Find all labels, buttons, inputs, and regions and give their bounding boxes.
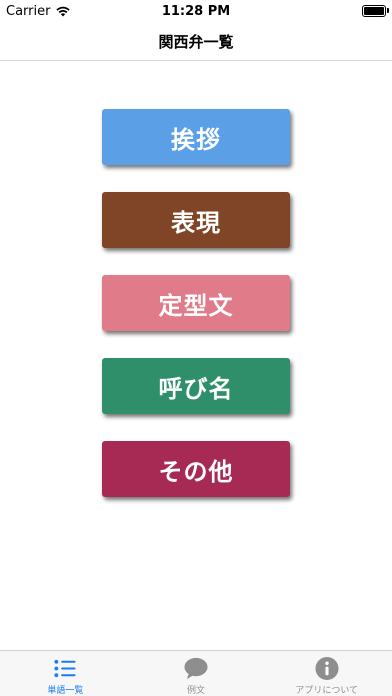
list-icon — [54, 659, 76, 678]
tab-example-sentences[interactable]: 例文 — [131, 651, 262, 696]
wifi-icon — [56, 6, 71, 16]
speech-bubble-icon — [184, 657, 208, 680]
nickname-button[interactable]: 呼び名 — [102, 358, 290, 414]
info-icon — [315, 656, 339, 681]
battery-icon — [362, 5, 389, 17]
app-screen: Carrier 11:28 PM 関西弁一覧 挨拶 表現 定型文 呼び名 その他 — [0, 0, 392, 696]
expression-button[interactable]: 表現 — [102, 192, 290, 248]
other-button[interactable]: その他 — [102, 441, 290, 497]
tab-label: 単語一覧 — [47, 686, 84, 696]
page-title: 関西弁一覧 — [158, 32, 234, 51]
greeting-button[interactable]: 挨拶 — [102, 109, 290, 165]
set-phrase-button[interactable]: 定型文 — [102, 275, 290, 331]
tab-word-list[interactable]: 単語一覧 — [0, 651, 131, 696]
navigation-bar: 関西弁一覧 — [0, 22, 392, 61]
status-right — [362, 5, 392, 17]
status-bar: Carrier 11:28 PM — [0, 0, 392, 22]
tab-bar: 単語一覧 例文 アプリについて — [0, 650, 392, 696]
carrier-label: Carrier — [6, 3, 51, 19]
status-left: Carrier — [0, 3, 71, 19]
tab-about-app[interactable]: アプリについて — [261, 651, 392, 696]
tab-label: アプリについて — [295, 686, 359, 696]
tab-label: 例文 — [187, 686, 206, 696]
